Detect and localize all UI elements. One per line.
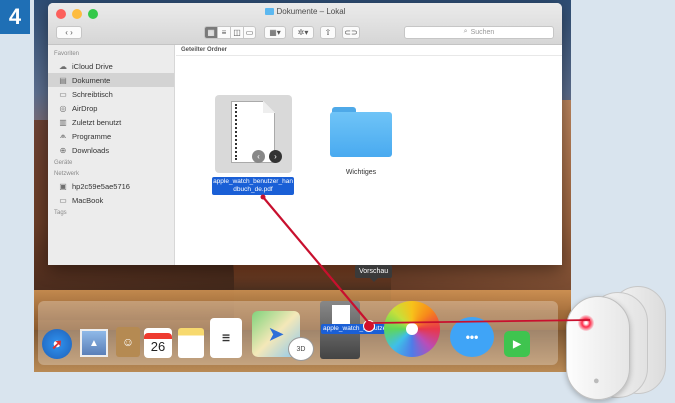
sidebar-item-printer[interactable]: ▣ hp2c59e5ae5716 <box>48 179 174 193</box>
folder-name: Wichtiges <box>345 169 377 176</box>
sidebar: Favoriten ☁ iCloud Drive ▤ Dokumente ▭ Schr… <box>48 45 175 265</box>
share-button[interactable]: ⇧ <box>320 25 336 39</box>
sidebar-item-label: iCloud Drive <box>72 61 113 71</box>
search-placeholder: Suchen <box>470 28 495 36</box>
arrange-button[interactable]: ▦▾ <box>264 25 286 39</box>
sidebar-item-programme[interactable]: ⩕ Programme <box>48 129 174 143</box>
gallery-view-button[interactable]: ▭ <box>243 25 256 39</box>
sidebar-section-network: Netzwerk <box>54 171 80 177</box>
window-title-text: Dokumente – Lokal <box>276 7 346 16</box>
sidebar-section-favorites: Favoriten <box>54 51 80 57</box>
window-title: Dokumente – Lokal <box>48 7 562 16</box>
toolbar: ‹ › ▦ ≡ ◫ ▭ ▦▾ ✲▾ ⇧ ⊂⊃ ⌕ Suchen <box>56 25 554 39</box>
pdf-page-icon: ‹ › <box>231 101 282 163</box>
folder-body <box>330 112 392 157</box>
folder-icon <box>330 107 392 157</box>
desktop-icon: ▭ <box>59 89 67 99</box>
click-indicator-icon <box>578 315 594 331</box>
sidebar-item-macbook[interactable]: ▭ MacBook <box>48 193 174 207</box>
airdrop-icon: ◎ <box>59 103 67 113</box>
back-forward-buttons[interactable]: ‹ › <box>56 25 82 39</box>
folder-item-wichtiges[interactable]: Wichtiges <box>326 107 396 176</box>
safari-icon[interactable]: ➚ <box>42 329 72 359</box>
magic-mouse-illustration: ● <box>566 282 668 400</box>
drag-cursor-dot <box>363 320 375 332</box>
sidebar-item-dokumente[interactable]: ▤ Dokumente <box>48 73 174 87</box>
sidebar-item-label: AirDrop <box>72 103 98 113</box>
pdf-file-name: apple_watch_benutzer_handbuch_de.pdf <box>212 177 294 195</box>
mac-desktop: Dokumente – Lokal ‹ › ▦ ≡ ◫ ▭ ▦▾ ✲▾ ⇧ ⊂⊃… <box>34 0 571 372</box>
pdf-file-item[interactable]: ‹ › apple_watch_benutzer_handbuch_de.pdf <box>212 95 295 195</box>
messages-icon[interactable]: ••• <box>450 317 494 357</box>
sidebar-item-zuletzt-benutzt[interactable]: ▥ Zuletzt benutzt <box>48 115 174 129</box>
file-area: Geteilter Ordner ‹ › apple_watch_benutze… <box>176 45 562 265</box>
list-view-button[interactable]: ≡ <box>217 25 230 39</box>
apple-logo-icon: ● <box>593 375 600 387</box>
icon-view-button[interactable]: ▦ <box>204 25 217 39</box>
sidebar-item-label: Programme <box>72 131 112 141</box>
arrow-right-icon: › <box>269 150 282 163</box>
sidebar-item-label: Downloads <box>72 145 110 155</box>
calendar-icon[interactable]: 26 <box>144 328 172 358</box>
content-header: Geteilter Ordner <box>176 45 562 56</box>
sidebar-item-label: Zuletzt benutzt <box>72 117 122 127</box>
sidebar-item-downloads[interactable]: ⊕ Downloads <box>48 143 174 157</box>
photo-browser-icon[interactable]: ▲ <box>80 329 108 357</box>
notes-icon[interactable] <box>178 328 204 358</box>
cloud-icon: ☁ <box>59 61 67 71</box>
spiral-binding <box>235 104 238 160</box>
sidebar-item-label: Dokumente <box>72 75 111 85</box>
reminders-icon[interactable]: ☰ <box>210 318 242 358</box>
calendar-day: 26 <box>150 338 166 354</box>
document-icon: ▤ <box>59 75 67 85</box>
download-icon: ⊕ <box>59 145 67 155</box>
maps-3d-label: 3D <box>296 345 306 353</box>
view-switcher: ▦ ≡ ◫ ▭ <box>204 25 256 39</box>
apps-icon: ⩕ <box>59 131 67 140</box>
search-icon: ⌕ <box>463 28 468 35</box>
tag-button[interactable]: ⊂⊃ <box>342 25 360 39</box>
pdf-thumbnail: ‹ › <box>215 95 292 173</box>
finder-window: Dokumente – Lokal ‹ › ▦ ≡ ◫ ▭ ▦▾ ✲▾ ⇧ ⊂⊃… <box>48 3 562 265</box>
folder-icon <box>264 8 274 15</box>
page-fold <box>263 101 275 113</box>
laptop-icon: ▭ <box>59 195 67 205</box>
sidebar-item-label: Schreibtisch <box>72 89 113 99</box>
sidebar-item-schreibtisch[interactable]: ▭ Schreibtisch <box>48 87 174 101</box>
printer-icon: ▣ <box>59 181 67 191</box>
recent-icon: ▥ <box>59 117 67 127</box>
sidebar-item-airdrop[interactable]: ◎ AirDrop <box>48 101 174 115</box>
photos-icon[interactable] <box>384 301 440 357</box>
sidebar-section-devices: Geräte <box>54 160 73 166</box>
sidebar-item-label: MacBook <box>72 195 104 205</box>
search-input[interactable]: ⌕ Suchen <box>404 25 554 39</box>
title-bar[interactable]: Dokumente – Lokal ‹ › ▦ ≡ ◫ ▭ ▦▾ ✲▾ ⇧ ⊂⊃… <box>48 3 562 45</box>
sidebar-item-label: hp2c59e5ae5716 <box>72 181 130 191</box>
step-badge: 4 <box>0 0 30 34</box>
page-arrows: ‹ › <box>252 150 282 163</box>
dragged-file-label: apple_watch_benutzer_han...ch_de.pdf <box>321 324 437 334</box>
sidebar-item-icloud-drive[interactable]: ☁ iCloud Drive <box>48 59 174 73</box>
sidebar-section-tags: Tags <box>54 210 67 216</box>
column-view-button[interactable]: ◫ <box>230 25 243 39</box>
arrow-left-icon: ‹ <box>252 150 265 163</box>
contacts-icon[interactable]: ☺ <box>116 327 140 357</box>
dock-tooltip: Vorschau <box>355 265 393 282</box>
facetime-icon[interactable]: ▶ <box>504 331 530 357</box>
dock: ➚ ▲ ☺ 26 ☰ ➤ 3D apple_watch_benutzer_han… <box>38 301 558 365</box>
action-gear-button[interactable]: ✲▾ <box>292 25 314 39</box>
maps-3d-icon: 3D <box>288 337 314 361</box>
mouse-front-layer: ● <box>566 296 630 400</box>
